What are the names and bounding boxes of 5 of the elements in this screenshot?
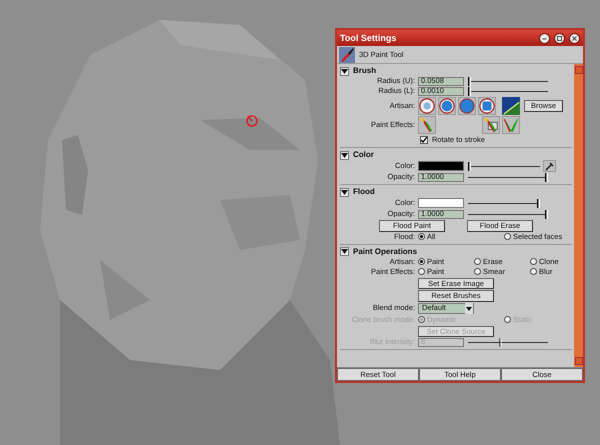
window-title: Tool Settings — [340, 34, 398, 42]
section-title: Color — [353, 151, 374, 159]
section-title: Brush — [353, 67, 376, 75]
section-title: Flood — [353, 188, 375, 196]
section-title: Paint Operations — [353, 248, 418, 256]
